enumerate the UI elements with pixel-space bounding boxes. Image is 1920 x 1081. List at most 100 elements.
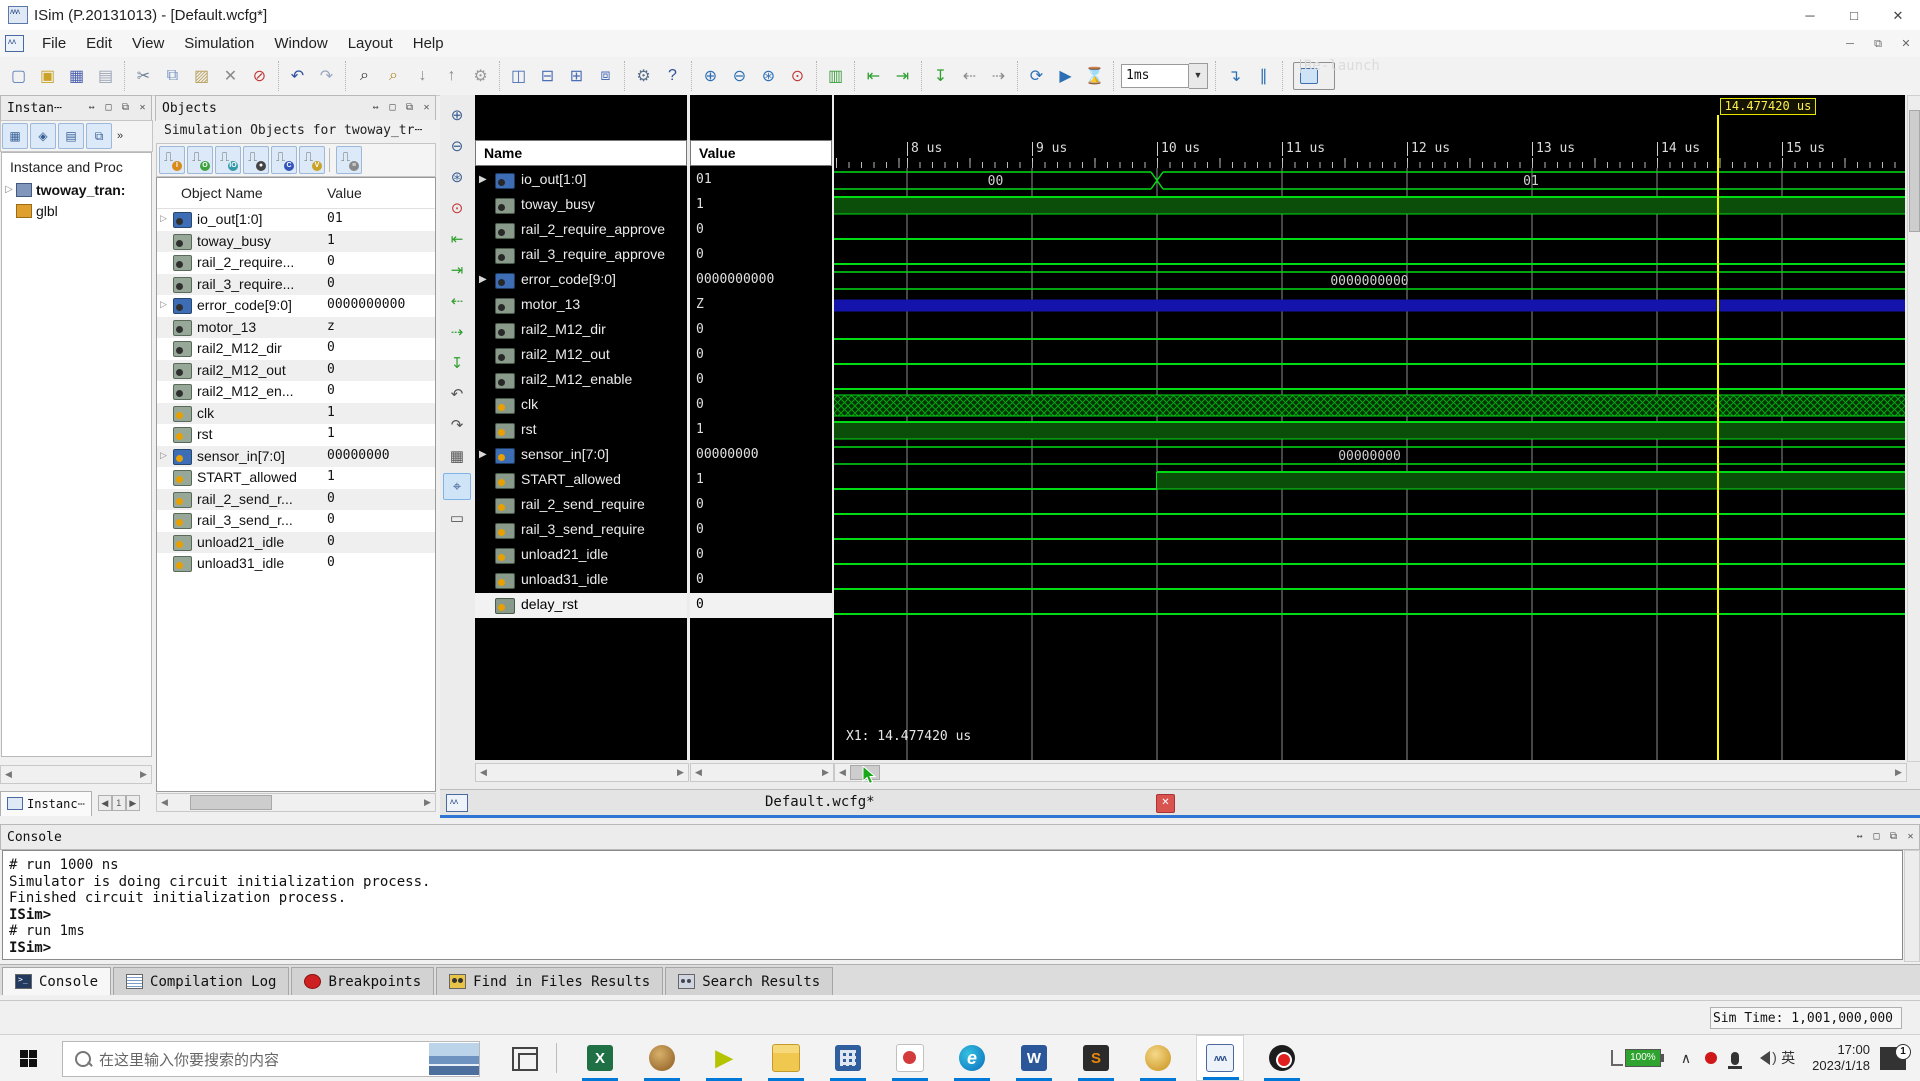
battery-indicator[interactable]: 100% xyxy=(1610,1049,1664,1067)
context-help-button[interactable]: ? xyxy=(659,62,686,90)
save-button[interactable]: ▦ xyxy=(63,62,90,90)
wave-signal-row[interactable]: motor_13 xyxy=(475,293,687,318)
collapse-all-button[interactable]: ≡ xyxy=(336,146,362,174)
wave-signal-row[interactable]: unload21_idle xyxy=(475,543,687,568)
menu-edit[interactable]: Edit xyxy=(76,31,122,57)
zoom-full-view-button[interactable]: ⊛ xyxy=(443,163,471,190)
wave-signal-value-row[interactable]: 1 xyxy=(690,418,832,443)
wave-hscrollbar[interactable]: ◀ ▶ xyxy=(834,763,1907,782)
panel-tab-pager[interactable]: ◀ 1 ▶ xyxy=(97,795,140,811)
scroll-left-icon[interactable]: ◀ xyxy=(476,767,491,778)
tab-instances[interactable]: Instanc┄ xyxy=(0,790,92,816)
undo-button[interactable]: ↶ xyxy=(284,62,311,90)
stop-button[interactable]: ⊘ xyxy=(246,62,273,90)
grid-toggle-button[interactable]: ▦ xyxy=(443,442,471,469)
start-button[interactable] xyxy=(0,1035,56,1081)
wave-signal-row[interactable]: START_allowed xyxy=(475,468,687,493)
zoom-selection-button[interactable]: ⊙ xyxy=(443,194,471,221)
object-row[interactable]: rail2_M12_dir 0 xyxy=(157,338,435,360)
wave-signal-row[interactable]: rst xyxy=(475,418,687,443)
wave-signal-value-row[interactable]: 00000000 xyxy=(690,443,832,468)
down-marker-button[interactable]: ↧ xyxy=(927,62,954,90)
expander-icon[interactable]: ▶ xyxy=(479,449,487,460)
redo-button[interactable]: ↷ xyxy=(313,62,340,90)
object-row[interactable]: ▷ sensor_in[7:0] 00000000 xyxy=(157,445,435,467)
object-row[interactable]: rail_2_require... 0 xyxy=(157,252,435,274)
expander-icon[interactable]: ▶ xyxy=(479,174,487,185)
console-vscrollbar[interactable] xyxy=(1904,850,1920,962)
console-output[interactable]: # run 1000 ns Simulator is doing circuit … xyxy=(2,850,1903,960)
next-transition-button[interactable]: ⇢ xyxy=(985,62,1012,90)
wcfg-tab-close-icon[interactable]: ✕ xyxy=(1156,794,1175,813)
mdi-close-button[interactable]: ✕ xyxy=(1892,32,1920,56)
expander-icon[interactable]: ▷ xyxy=(2,184,16,195)
taskbar-app-excel[interactable]: X xyxy=(576,1035,624,1081)
tab-find-in-files-results[interactable]: Find in Files Results xyxy=(436,967,664,995)
instances-close-button[interactable]: ✕ xyxy=(134,99,151,117)
wave-signal-value-row[interactable]: 0 xyxy=(690,518,832,543)
objects-restore-button[interactable]: ⧉ xyxy=(401,99,418,117)
wave-signal-row[interactable]: unload31_idle xyxy=(475,568,687,593)
menu-layout[interactable]: Layout xyxy=(338,31,403,57)
taskbar-app-screen-recorder[interactable] xyxy=(1258,1035,1306,1081)
process-view-icon[interactable]: ⧉ xyxy=(86,123,112,149)
text-view-icon[interactable]: ▤ xyxy=(58,123,84,149)
wave-signal-row[interactable]: rail_3_require_approve xyxy=(475,243,687,268)
wcfg-tab-label[interactable]: Default.wcfg* xyxy=(765,794,875,810)
scroll-right-icon[interactable]: ▶ xyxy=(818,767,833,778)
microphone-icon[interactable] xyxy=(1728,1051,1743,1069)
zoom-out-button[interactable]: ⊖ xyxy=(443,132,471,159)
objects-close-button[interactable]: ✕ xyxy=(418,99,435,117)
recording-indicator-icon[interactable] xyxy=(1705,1052,1718,1064)
wave-signal-row[interactable]: rail2_M12_dir xyxy=(475,318,687,343)
object-row[interactable]: rst 1 xyxy=(157,424,435,446)
tab-console[interactable]: Console xyxy=(2,967,112,995)
wave-signal-value-row[interactable]: 1 xyxy=(690,468,832,493)
expander-icon[interactable]: ▶ xyxy=(479,274,487,285)
step-simulation-button[interactable]: ↴ xyxy=(1221,62,1248,90)
wave-signal-value-row[interactable]: Z xyxy=(690,293,832,318)
run-time-value[interactable]: 1ms xyxy=(1121,64,1189,88)
relaunch-button[interactable]: Re-launch xyxy=(1293,59,1380,90)
snap-to-transition-button[interactable]: ⌖ xyxy=(443,473,471,500)
scroll-left-icon[interactable]: ◀ xyxy=(835,767,850,778)
wave-signal-value-row[interactable]: 0 xyxy=(690,568,832,593)
scroll-left-icon[interactable]: ◀ xyxy=(1,769,16,780)
run-all-button[interactable]: ▶ xyxy=(1052,62,1079,90)
taskbar-app-word[interactable]: W xyxy=(1010,1035,1058,1081)
tile-horizontal-button[interactable]: ⊟ xyxy=(534,62,561,90)
run-time-combo[interactable]: 1ms ▼ xyxy=(1121,63,1208,89)
find-in-files-button[interactable]: ⌕ xyxy=(380,62,407,90)
wave-signal-value-row[interactable]: 0 xyxy=(690,493,832,518)
wave-signal-row[interactable]: ▶ io_out[1:0] xyxy=(475,168,687,193)
filter-inputs-button[interactable]: I xyxy=(159,146,185,174)
names-hscrollbar[interactable]: ◀ ▶ xyxy=(475,763,689,782)
filter-outputs-button[interactable]: O xyxy=(187,146,213,174)
measure-ruler-button[interactable]: ▭ xyxy=(443,504,471,531)
wave-signal-row[interactable]: rail_2_send_require xyxy=(475,493,687,518)
object-row[interactable]: clk 1 xyxy=(157,402,435,424)
taskbar-app-edge[interactable]: e xyxy=(948,1035,996,1081)
zoom-selection-button[interactable]: ⊙ xyxy=(784,62,811,90)
filter-inouts-button[interactable]: IO xyxy=(215,146,241,174)
redo-view-button[interactable]: ↷ xyxy=(443,411,471,438)
pager-right-icon[interactable]: ▶ xyxy=(125,795,140,811)
goto-latest-time-button[interactable]: ⇥ xyxy=(889,62,916,90)
taskbar-app-sublime[interactable]: S xyxy=(1072,1035,1120,1081)
wave-signal-value-row[interactable]: 1 xyxy=(690,193,832,218)
undo-view-button[interactable]: ↶ xyxy=(443,380,471,407)
open-file-button[interactable]: ▣ xyxy=(34,62,61,90)
memory-view-icon[interactable]: ▦ xyxy=(2,123,28,149)
object-row[interactable]: rail_3_send_r... 0 xyxy=(157,510,435,532)
zoom-in-button[interactable]: ⊕ xyxy=(443,101,471,128)
object-row[interactable]: ▷ error_code[9:0] 0000000000 xyxy=(157,295,435,317)
search-highlight-image[interactable] xyxy=(429,1043,479,1075)
menu-view[interactable]: View xyxy=(122,31,174,57)
break-simulation-button[interactable]: ∥ xyxy=(1250,62,1277,90)
object-row[interactable]: rail2_M12_out 0 xyxy=(157,359,435,381)
object-row[interactable]: toway_busy 1 xyxy=(157,230,435,252)
move-up-button[interactable]: ↑ xyxy=(438,62,465,90)
taskbar-app-isim[interactable]: ʌʌʌ xyxy=(1196,1035,1244,1081)
new-file-button[interactable]: ▢ xyxy=(5,62,32,90)
zoom-in-button[interactable]: ⊕ xyxy=(697,62,724,90)
